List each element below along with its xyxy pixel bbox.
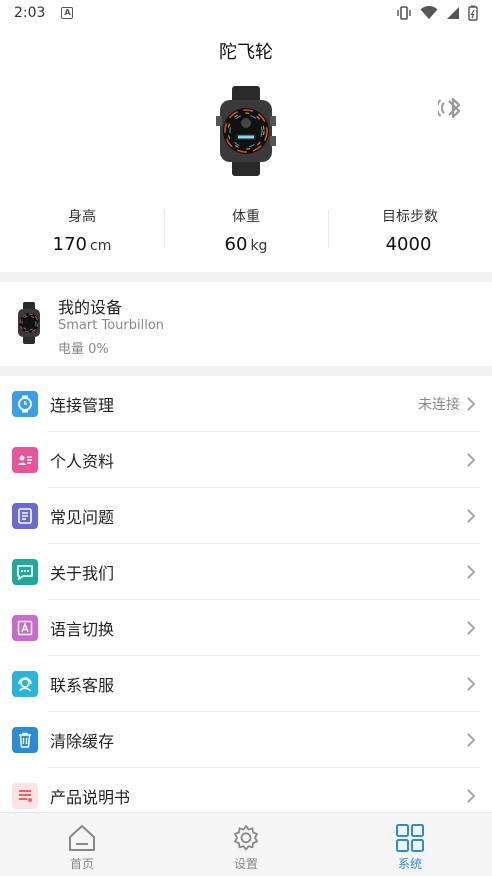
battery-icon	[468, 5, 478, 21]
menu-label: 连接管理	[50, 396, 115, 415]
stat-number: 170	[52, 234, 87, 255]
connection-status: 未连接	[418, 397, 460, 413]
tab-label: 系统	[397, 857, 422, 871]
tab-system[interactable]: 系统	[328, 813, 492, 876]
document-icon	[12, 503, 38, 529]
status-time: 2:03	[14, 5, 46, 21]
vibrate-icon	[397, 6, 411, 20]
stat-unit: kg	[250, 238, 268, 254]
stat-value: 170 cm	[0, 234, 164, 255]
customer-service-icon	[12, 671, 38, 697]
chevron-right-icon	[467, 565, 476, 579]
menu-label: 联系客服	[50, 676, 115, 695]
watch-icon	[12, 391, 38, 417]
stat-label: 体重	[232, 209, 260, 225]
page-title: 陀飞轮	[219, 42, 273, 63]
menu-item-about[interactable]: 关于我们	[0, 544, 492, 600]
profile-card-icon	[12, 447, 38, 473]
manual-icon	[12, 783, 38, 809]
chevron-right-icon	[467, 621, 476, 635]
menu-item-language[interactable]: 语言切换	[0, 600, 492, 656]
stats-row: 身高 170 cm 体重 60 kg 目标步数 4000	[0, 200, 492, 260]
menu-label: 语言切换	[50, 620, 115, 639]
tab-settings[interactable]: 设置	[164, 813, 328, 876]
wifi-icon	[420, 6, 438, 19]
chevron-right-icon	[467, 397, 476, 411]
menu-label: 产品说明书	[50, 788, 131, 807]
stat-unit: cm	[90, 238, 112, 254]
status-bar: 2:03 A	[0, 0, 492, 26]
menu-item-clear-cache[interactable]: 清除缓存	[0, 712, 492, 768]
bottom-tab-bar: 首页 设置 系统	[0, 812, 492, 876]
chevron-right-icon	[467, 509, 476, 523]
gear-icon	[234, 825, 258, 851]
menu-item-connection[interactable]: 连接管理 未连接	[0, 376, 492, 432]
menu-item-manual[interactable]: 产品说明书	[0, 768, 492, 812]
chevron-right-icon	[467, 733, 476, 747]
status-icons	[396, 5, 478, 21]
tab-home[interactable]: 首页	[0, 813, 164, 876]
stat-weight[interactable]: 体重 60 kg	[164, 200, 328, 260]
battery-label: 电量	[58, 342, 85, 357]
stat-target-steps[interactable]: 目标步数 4000	[328, 200, 492, 260]
watch-image	[216, 86, 276, 176]
chat-bubble-icon	[12, 559, 38, 585]
tab-label: 设置	[233, 857, 258, 871]
menu-label: 常见问题	[50, 508, 115, 527]
stat-value: 60 kg	[164, 234, 328, 255]
chevron-right-icon	[467, 453, 476, 467]
menu-item-faq[interactable]: 常见问题	[0, 488, 492, 544]
trash-icon	[12, 727, 38, 753]
bluetooth-icon[interactable]	[438, 92, 468, 124]
my-device-card[interactable]: 我的设备 Smart Tourbillon 电量 0%	[0, 282, 492, 366]
stat-label: 身高	[68, 209, 96, 225]
menu-label: 清除缓存	[50, 732, 115, 751]
device-thumbnail	[18, 302, 40, 344]
signal-icon	[447, 7, 459, 19]
profile-section: 陀飞轮 身高 170 cm 体重 60 kg 目标步数 4000	[0, 26, 492, 272]
device-title: 我的设备	[58, 298, 123, 317]
notification-a-icon: A	[61, 7, 74, 19]
menu-item-customer-service[interactable]: 联系客服	[0, 656, 492, 712]
chevron-right-icon	[467, 789, 476, 803]
tab-label: 首页	[69, 857, 94, 871]
stat-height[interactable]: 身高 170 cm	[0, 200, 164, 260]
settings-menu: 连接管理 未连接 个人资料 常见问题 关于我们 语言切换 联系客服 清除缓存 产…	[0, 376, 492, 812]
stat-number: 4000	[385, 234, 432, 255]
menu-label: 关于我们	[50, 564, 115, 583]
battery-value: 0%	[88, 342, 109, 357]
menu-item-profile[interactable]: 个人资料	[0, 432, 492, 488]
stat-value: 4000	[328, 234, 492, 255]
grid-icon	[396, 824, 424, 852]
chevron-right-icon	[467, 677, 476, 691]
device-model: Smart Tourbillon	[58, 318, 165, 333]
stat-number: 60	[224, 234, 248, 255]
menu-label: 个人资料	[50, 452, 115, 471]
device-battery: 电量 0%	[58, 338, 109, 357]
stat-label: 目标步数	[382, 209, 438, 225]
home-icon	[69, 825, 95, 851]
language-icon	[12, 615, 38, 641]
